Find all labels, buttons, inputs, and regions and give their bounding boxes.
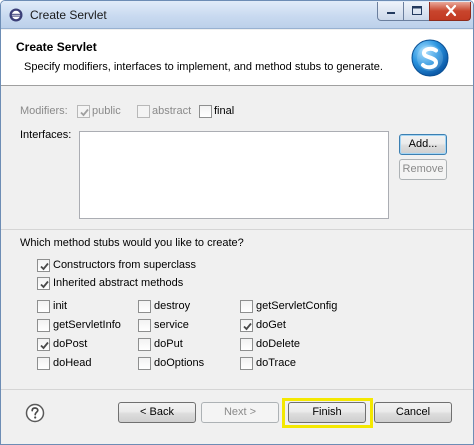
- interfaces-label: Interfaces:: [20, 129, 72, 141]
- next-button[interactable]: Next >: [201, 402, 279, 423]
- minimize-button[interactable]: [377, 2, 403, 21]
- constructors-label: Constructors from superclass: [53, 259, 197, 271]
- title-bar[interactable]: Create Servlet: [1, 1, 473, 29]
- checkmark-icon: [243, 322, 252, 331]
- maximize-icon: [412, 6, 422, 15]
- servlet-wizard-icon: [411, 39, 449, 77]
- doget-label: doGet: [256, 319, 286, 331]
- dooptions-label: doOptions: [154, 357, 205, 369]
- wizard-header: Create Servlet Specify modifiers, interf…: [1, 30, 473, 86]
- public-label: public: [92, 105, 121, 117]
- minimize-icon: [387, 12, 395, 14]
- destroy-checkbox[interactable]: [138, 300, 151, 313]
- abstract-label: abstract: [152, 105, 192, 117]
- final-checkbox[interactable]: [199, 105, 212, 118]
- section-divider: [1, 229, 473, 230]
- method-stubs-question: Which method stubs would you like to cre…: [20, 237, 244, 249]
- back-button[interactable]: < Back: [118, 402, 196, 423]
- footer-divider: [1, 389, 473, 390]
- inherited-methods-label: Inherited abstract methods: [53, 277, 184, 289]
- constructors-checkbox[interactable]: [37, 259, 50, 272]
- maximize-button[interactable]: [403, 2, 429, 21]
- service-checkbox[interactable]: [138, 319, 151, 332]
- getservletconfig-label: getServletConfig: [256, 300, 338, 312]
- page-title: Create Servlet: [16, 40, 97, 54]
- question-mark-icon[interactable]: [25, 403, 45, 423]
- dodelete-checkbox[interactable]: [240, 338, 253, 351]
- getservletinfo-checkbox[interactable]: [37, 319, 50, 332]
- dotrace-label: doTrace: [256, 357, 296, 369]
- dopost-label: doPost: [53, 338, 88, 350]
- create-servlet-dialog: Create Servlet Create Servlet Specify mo…: [0, 0, 474, 445]
- interfaces-list[interactable]: [79, 131, 389, 219]
- page-description: Specify modifiers, interfaces to impleme…: [24, 61, 383, 73]
- doput-label: doPut: [154, 338, 183, 350]
- finish-highlight: [282, 398, 373, 428]
- doget-checkbox[interactable]: [240, 319, 253, 332]
- checkmark-icon: [40, 280, 49, 289]
- inherited-methods-checkbox[interactable]: [37, 277, 50, 290]
- getservletinfo-label: getServletInfo: [53, 319, 121, 331]
- public-checkbox[interactable]: [77, 105, 90, 118]
- window-title: Create Servlet: [30, 8, 107, 22]
- modifiers-label: Modifiers:: [20, 105, 68, 117]
- checkmark-icon: [40, 341, 49, 350]
- dohead-label: doHead: [53, 357, 92, 369]
- doput-checkbox[interactable]: [138, 338, 151, 351]
- cancel-button[interactable]: Cancel: [374, 402, 452, 423]
- destroy-label: destroy: [154, 300, 191, 312]
- close-icon: [445, 4, 457, 17]
- checkmark-icon: [40, 262, 49, 271]
- init-checkbox[interactable]: [37, 300, 50, 313]
- service-label: service: [154, 319, 189, 331]
- getservletconfig-checkbox[interactable]: [240, 300, 253, 313]
- close-button[interactable]: [429, 2, 471, 21]
- checkmark-icon: [80, 108, 89, 117]
- final-label: final: [214, 105, 235, 117]
- dopost-checkbox[interactable]: [37, 338, 50, 351]
- add-interface-button[interactable]: Add...: [399, 134, 447, 155]
- dohead-checkbox[interactable]: [37, 357, 50, 370]
- dodelete-label: doDelete: [256, 338, 301, 350]
- dotrace-checkbox[interactable]: [240, 357, 253, 370]
- remove-interface-button[interactable]: Remove: [399, 159, 447, 180]
- eclipse-app-icon: [9, 8, 23, 22]
- abstract-checkbox[interactable]: [137, 105, 150, 118]
- dooptions-checkbox[interactable]: [138, 357, 151, 370]
- init-label: init: [53, 300, 68, 312]
